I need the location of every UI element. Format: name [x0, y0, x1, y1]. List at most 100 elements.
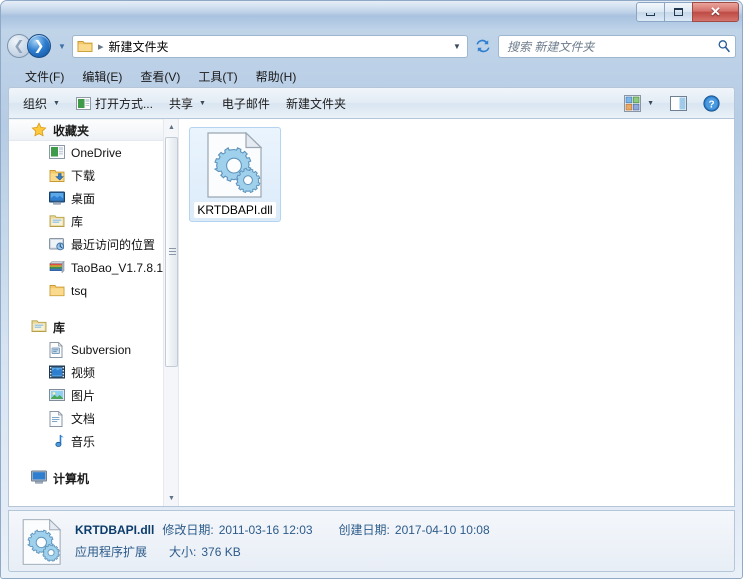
- dll-gear-icon: [22, 519, 62, 565]
- sidebar-item-pictures[interactable]: 图片: [9, 384, 163, 407]
- sidebar-item-label: 音乐: [71, 435, 96, 449]
- video-icon: [49, 365, 65, 381]
- folder-icon: [77, 39, 93, 53]
- new-folder-button[interactable]: 新建文件夹: [278, 91, 354, 116]
- sidebar-item-label: tsq: [71, 283, 88, 298]
- scroll-up-arrow-icon[interactable]: ▲: [164, 119, 178, 135]
- menu-item-view[interactable]: 查看(V): [131, 66, 189, 87]
- help-button[interactable]: ?: [695, 91, 728, 116]
- refresh-button[interactable]: [471, 35, 495, 58]
- open-with-button[interactable]: 打开方式...: [68, 91, 161, 116]
- address-bar[interactable]: ▸ 新建文件夹 ▼: [72, 34, 468, 58]
- history-dropdown-button[interactable]: ▼: [55, 42, 69, 51]
- search-box[interactable]: 搜索 新建文件夹: [498, 34, 736, 58]
- menu-item-file[interactable]: 文件(F): [16, 66, 73, 87]
- sidebar-item-label: 图片: [71, 389, 96, 403]
- details-file-name: KRTDBAPI.dll: [75, 523, 155, 537]
- sidebar-item-label: 下载: [71, 169, 96, 183]
- navigation-pane: 收藏夹 OneDrive 下载 桌面 库 最近访问的位置 TaoBao_V1.7…: [9, 119, 179, 506]
- file-list-pane[interactable]: KRTDBAPI.dll: [179, 119, 734, 506]
- details-size-group: 大小: 376 KB: [169, 543, 241, 560]
- sidebar-item-music[interactable]: 音乐: [9, 430, 163, 453]
- file-item-krtdbapi[interactable]: KRTDBAPI.dll: [189, 127, 281, 222]
- details-created-group: 创建日期: 2017-04-10 10:08: [339, 521, 490, 538]
- sidebar-group-favorites[interactable]: 收藏夹: [9, 119, 163, 141]
- scrollbar-thumb[interactable]: [165, 137, 178, 367]
- open-with-icon: [75, 96, 91, 110]
- scroll-down-arrow-icon[interactable]: ▼: [164, 490, 178, 506]
- menu-item-edit[interactable]: 编辑(E): [73, 66, 131, 87]
- sidebar-group-label: 库: [53, 320, 66, 335]
- sidebar-item-label: TaoBao_V1.7.8.10_: [71, 260, 163, 275]
- forward-button[interactable]: ❯: [27, 34, 51, 58]
- details-file-type: 应用程序扩展: [75, 545, 148, 559]
- sidebar-item-label: OneDrive: [71, 145, 122, 160]
- organize-label: 组织: [23, 96, 48, 111]
- sidebar-item-library-fav[interactable]: 库: [9, 210, 163, 233]
- toolbar: 组织 ▼ 打开方式... 共享 ▼ 电子邮件 新建文件夹 ▼ ?: [8, 87, 735, 118]
- sidebar-item-label: Subversion: [71, 342, 132, 357]
- maximize-icon: [674, 8, 683, 16]
- address-bar-row: ❮ ❯ ▼ ▸ 新建文件夹 ▼ 搜索 新建文件夹: [7, 31, 736, 61]
- maximize-button[interactable]: [664, 2, 693, 22]
- sidebar-item-onedrive[interactable]: OneDrive: [9, 141, 163, 164]
- onedrive-icon: [49, 144, 65, 161]
- search-input[interactable]: 搜索 新建文件夹: [507, 38, 717, 55]
- organize-button[interactable]: 组织 ▼: [15, 91, 68, 116]
- menu-bar: 文件(F) 编辑(E) 查看(V) 工具(T) 帮助(H): [8, 65, 735, 87]
- menu-item-help[interactable]: 帮助(H): [247, 66, 306, 87]
- folder-icon: [49, 283, 65, 299]
- sidebar-item-label: 库: [71, 215, 84, 229]
- help-icon: ?: [703, 94, 720, 112]
- sidebar-item-label: 最近访问的位置: [71, 238, 156, 252]
- change-view-icon: [624, 94, 642, 112]
- search-icon: [718, 40, 730, 53]
- sidebar-item-recent-places[interactable]: 最近访问的位置: [9, 233, 163, 256]
- dll-gear-icon: [207, 132, 263, 198]
- share-label: 共享: [168, 96, 193, 111]
- close-icon: ✕: [710, 4, 721, 19]
- refresh-icon: [476, 39, 490, 53]
- download-folder-icon: [49, 168, 65, 184]
- sidebar-item-tsq[interactable]: tsq: [9, 279, 163, 302]
- details-created-value: 2017-04-10 10:08: [394, 523, 490, 537]
- minimize-icon: [646, 12, 655, 16]
- email-label: 电子邮件: [221, 96, 270, 111]
- address-dropdown-icon[interactable]: ▼: [449, 42, 465, 51]
- menu-item-tools[interactable]: 工具(T): [189, 66, 246, 87]
- window-controls: ✕: [636, 2, 739, 22]
- sidebar-group-label: 收藏夹: [53, 123, 90, 138]
- minimize-button[interactable]: [636, 2, 665, 22]
- sidebar-item-desktop[interactable]: 桌面: [9, 187, 163, 210]
- email-button[interactable]: 电子邮件: [214, 91, 278, 116]
- change-view-button[interactable]: ▼: [616, 91, 662, 116]
- details-modified-label: 修改日期:: [162, 523, 214, 537]
- sidebar-group-computer[interactable]: 计算机: [9, 467, 163, 489]
- sidebar-item-subversion[interactable]: Subversion: [9, 338, 163, 361]
- sidebar-item-videos[interactable]: 视频: [9, 361, 163, 384]
- sidebar-item-label: 视频: [71, 366, 96, 380]
- preview-pane-button[interactable]: [662, 92, 695, 115]
- details-size-label: 大小:: [169, 545, 197, 559]
- navigation-pane-scrollbar[interactable]: ▲ ▼: [163, 119, 178, 506]
- desktop-icon: [49, 191, 65, 207]
- subversion-icon: [49, 341, 65, 358]
- chevron-down-icon: ▼: [58, 41, 66, 51]
- details-text: KRTDBAPI.dll 修改日期: 2011-03-16 12:03 创建日期…: [75, 519, 490, 565]
- breadcrumb[interactable]: 新建文件夹: [109, 38, 169, 55]
- chevron-down-icon: ▼: [198, 99, 206, 107]
- share-button[interactable]: 共享 ▼: [161, 91, 214, 116]
- sidebar-item-downloads[interactable]: 下载: [9, 164, 163, 187]
- sidebar-item-documents[interactable]: 文档: [9, 407, 163, 430]
- music-icon: [49, 434, 65, 450]
- svg-text:?: ?: [708, 99, 714, 110]
- close-button[interactable]: ✕: [692, 2, 739, 22]
- chevron-down-icon: ▼: [53, 99, 60, 107]
- details-pane: KRTDBAPI.dll 修改日期: 2011-03-16 12:03 创建日期…: [8, 510, 735, 572]
- details-created-label: 创建日期:: [338, 523, 390, 537]
- details-modified-value: 2011-03-16 12:03: [218, 523, 313, 537]
- sidebar-group-libraries[interactable]: 库: [9, 316, 163, 338]
- sidebar-item-taobao[interactable]: TaoBao_V1.7.8.10_: [9, 256, 163, 279]
